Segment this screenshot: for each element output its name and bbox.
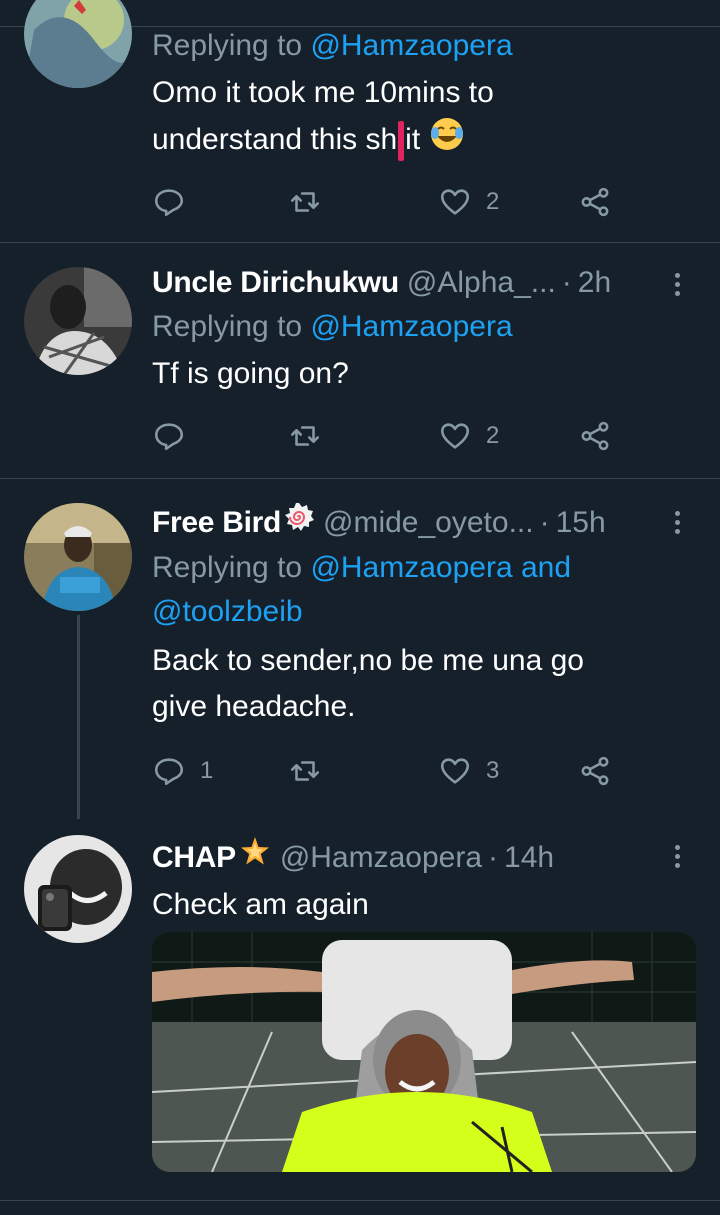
display-name[interactable]: Free Bird: [152, 503, 281, 543]
timestamp[interactable]: 2h: [578, 263, 611, 303]
tweet-header: Free Bird @mide_oyeto... · 15h: [152, 501, 696, 544]
share-button[interactable]: [578, 751, 612, 791]
username[interactable]: @mide_oyeto...: [323, 503, 534, 543]
replying-to: Replying to @Hamzaopera and @toolzbeib: [152, 548, 696, 632]
replying-to: Replying to @Hamzaopera: [152, 307, 696, 347]
like-button[interactable]: 2: [438, 182, 499, 222]
separator-dot: ·: [539, 505, 550, 539]
avatar[interactable]: [24, 503, 132, 611]
tweet-4[interactable]: CHAP @Hamzaopera · 14h Check am again: [0, 819, 720, 1200]
avatar[interactable]: [24, 267, 132, 375]
like-count: 2: [486, 188, 500, 215]
glowing-star-icon: [238, 835, 272, 880]
tweet-text-line: Omo it took me 10mins to: [152, 76, 494, 109]
reply-to-link[interactable]: @Hamzaopera and: [310, 551, 571, 584]
more-options-icon[interactable]: [662, 839, 692, 873]
thread-connector-line: [77, 615, 80, 819]
bottom-divider: [0, 1200, 720, 1201]
tweet-1[interactable]: Replying to @Hamzaopera Omo it took me 1…: [0, 0, 720, 242]
more-options-icon[interactable]: [662, 505, 692, 539]
reply-to-link[interactable]: @Hamzaopera: [310, 310, 512, 343]
retweet-button[interactable]: [288, 182, 336, 222]
tweet-actions: 2: [152, 416, 632, 456]
avatar[interactable]: [24, 0, 132, 88]
heart-icon: [440, 758, 470, 784]
tweet-text: Check am again: [152, 888, 369, 921]
reply-to-link[interactable]: @Hamzaopera: [310, 29, 512, 62]
tweet-text-fragment: it: [405, 122, 421, 156]
reply-count: 1: [200, 757, 214, 784]
like-button[interactable]: 3: [438, 751, 499, 791]
replying-to: Replying to @Hamzaopera: [152, 26, 696, 66]
tweet-text: Back to sender,no be me una go give head…: [152, 638, 696, 730]
separator-dot: ·: [561, 266, 572, 299]
display-name[interactable]: Uncle Dirichukwu: [152, 263, 399, 303]
reply-to-link[interactable]: @toolzbeib: [152, 592, 696, 632]
tweet-text-line: Back to sender,no be me una go: [152, 644, 584, 677]
avatar[interactable]: [24, 835, 132, 943]
share-icon: [581, 187, 609, 217]
like-button[interactable]: 2: [438, 416, 499, 456]
photo-image: [152, 932, 696, 1172]
timestamp[interactable]: 14h: [504, 838, 554, 878]
reply-button[interactable]: 1: [152, 751, 213, 791]
tweet-actions: 2: [152, 182, 632, 222]
reply-icon: [154, 189, 184, 217]
tweet-header: CHAP @Hamzaopera · 14h: [152, 835, 696, 880]
red-censor-mark: [398, 121, 405, 161]
retweet-icon: [290, 192, 320, 212]
tweet-3[interactable]: Free Bird @mide_oyeto... · 15h Replying …: [0, 479, 720, 819]
reply-icon: [154, 423, 184, 451]
like-count: 3: [486, 757, 500, 784]
tweet-text: Tf is going on?: [152, 357, 349, 390]
tweet-text-line: understand this sh it: [152, 116, 696, 166]
more-options-icon[interactable]: [662, 267, 692, 301]
tweet-text-fragment: understand this sh: [152, 122, 398, 156]
heart-icon: [440, 423, 470, 449]
share-icon: [581, 756, 609, 786]
tweet-photo[interactable]: [152, 932, 696, 1172]
replying-to-label: Replying to: [152, 551, 311, 584]
fish-cake-swirl-icon: [283, 501, 315, 544]
reply-button[interactable]: [152, 182, 200, 222]
share-button[interactable]: [578, 182, 612, 222]
username[interactable]: @Alpha_...: [407, 263, 556, 303]
retweet-icon: [290, 426, 320, 446]
reply-button[interactable]: [152, 416, 200, 456]
heart-icon: [440, 189, 470, 215]
replying-to-label: Replying to: [152, 29, 311, 62]
tweet-actions: 1 3: [152, 751, 632, 791]
share-button[interactable]: [578, 416, 612, 456]
retweet-button[interactable]: [288, 751, 336, 791]
reply-icon: [154, 758, 184, 786]
retweet-button[interactable]: [288, 416, 336, 456]
display-name[interactable]: CHAP: [152, 838, 236, 878]
like-count: 2: [486, 422, 500, 449]
timestamp[interactable]: 15h: [556, 503, 606, 543]
separator-dot: ·: [488, 840, 499, 874]
share-icon: [581, 421, 609, 451]
replying-to-label: Replying to: [152, 310, 311, 343]
face-with-tears-of-joy-icon: [429, 116, 465, 166]
retweet-icon: [290, 761, 320, 781]
tweet-text-line: give headache.: [152, 690, 356, 723]
tweet-2[interactable]: Uncle Dirichukwu @Alpha_... · 2h Replyin…: [0, 243, 720, 478]
tweet-header: Uncle Dirichukwu @Alpha_... · 2h: [152, 263, 696, 303]
tweet-text: Omo it took me 10mins to understand this…: [152, 70, 696, 166]
username[interactable]: @Hamzaopera: [280, 838, 482, 878]
